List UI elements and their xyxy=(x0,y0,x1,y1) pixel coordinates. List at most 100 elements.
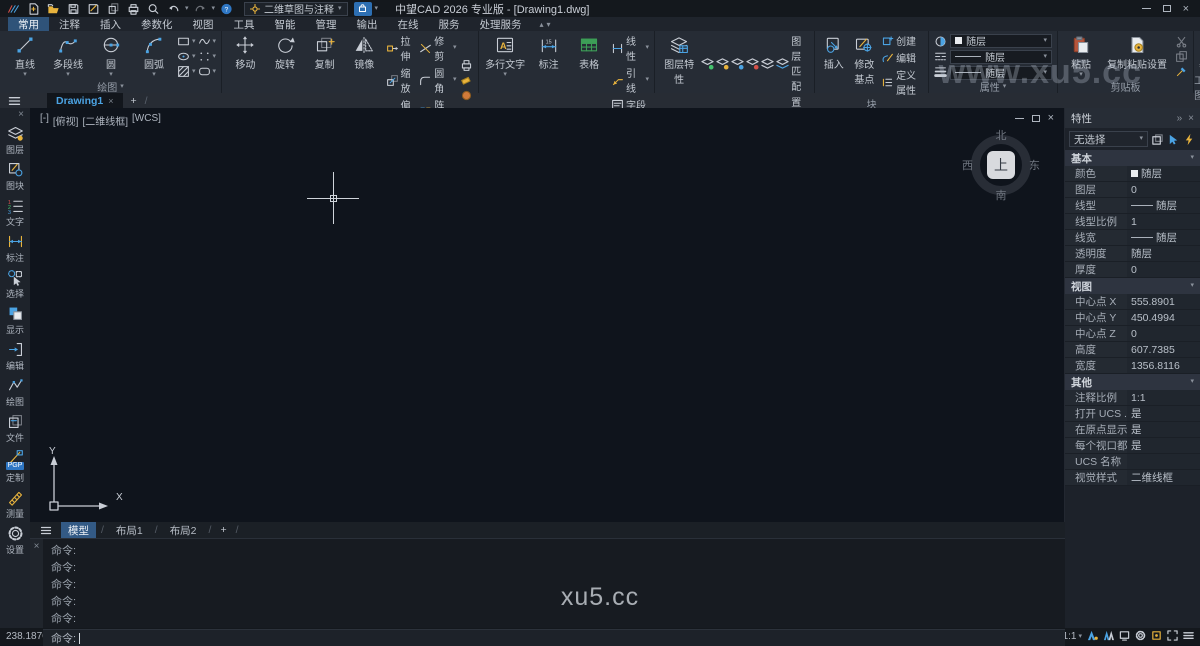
undo-caret[interactable]: ▾ xyxy=(185,6,189,12)
linetype-control-icon[interactable] xyxy=(934,50,947,63)
prop-row-center-z[interactable]: 中心点 Z0 xyxy=(1065,326,1200,342)
hatch-button[interactable] xyxy=(177,65,190,78)
undo-button[interactable] xyxy=(165,2,182,16)
prop-row-annoscale[interactable]: 注释比例1:1 xyxy=(1065,390,1200,406)
edit-base-point-button[interactable]: 修改基点 xyxy=(851,33,879,97)
ribbon-tab-parametric[interactable]: 参数化 xyxy=(131,17,183,31)
ribbon-tab-home[interactable]: 常用 xyxy=(8,17,49,31)
select-objects-icon[interactable] xyxy=(1167,133,1180,146)
prop-row-layer[interactable]: 图层0 xyxy=(1065,182,1200,198)
layer-unisolate-icon[interactable] xyxy=(776,57,789,70)
command-input[interactable]: 命令: xyxy=(43,629,1065,646)
match-properties-button[interactable] xyxy=(1175,65,1188,78)
sidebar-item-edit[interactable]: 编辑 xyxy=(0,338,30,374)
sidebar-item-layers[interactable]: 图层 xyxy=(0,122,30,158)
layer-on-icon[interactable] xyxy=(701,57,714,70)
file-tabs-menu-icon[interactable] xyxy=(4,93,25,108)
prop-row-ucs-viewport[interactable]: 每个视口都...是 xyxy=(1065,438,1200,454)
ribbon-collapse-caret[interactable]: ▾ xyxy=(547,20,551,29)
cut-button[interactable] xyxy=(1175,35,1188,48)
rectangle-button[interactable] xyxy=(177,35,190,48)
polyline-button[interactable]: 多段线▾ xyxy=(48,33,88,80)
ellipse-button[interactable] xyxy=(177,50,190,63)
table-button[interactable]: 表格 xyxy=(570,33,608,112)
status-menu-icon[interactable] xyxy=(1183,630,1194,644)
panel-label-clipboard[interactable]: 剪贴板 xyxy=(1058,80,1193,93)
vp-visual-style-control[interactable]: [二维线框] xyxy=(82,113,128,128)
prop-row-color[interactable]: 颜色随层 xyxy=(1065,166,1200,182)
copy-button[interactable] xyxy=(105,2,122,16)
leader-button[interactable]: 引线 xyxy=(626,65,644,95)
minimize-button[interactable] xyxy=(1142,8,1151,9)
prop-row-lineweight[interactable]: 线宽随层 xyxy=(1065,230,1200,246)
open-file-button[interactable] xyxy=(45,2,62,16)
ribbon-pin-icon[interactable]: ▴ xyxy=(540,20,544,29)
join-button[interactable] xyxy=(460,89,473,102)
lineweight-control-icon[interactable] xyxy=(934,65,947,78)
preview-button[interactable] xyxy=(145,2,162,16)
edit-block-button[interactable]: 编辑 xyxy=(896,50,916,65)
ribbon-tab-annotate[interactable]: 注释 xyxy=(49,17,90,31)
redo-caret[interactable]: ▾ xyxy=(212,6,216,12)
view-cube-top[interactable]: 上 xyxy=(987,151,1015,179)
sidebar-item-select[interactable]: 选择 xyxy=(0,266,30,302)
color-dropdown[interactable]: 随层▾ xyxy=(950,34,1052,48)
annotation-visibility-button[interactable] xyxy=(1087,630,1098,644)
copy-clip-button[interactable] xyxy=(1175,50,1188,63)
panel-label-properties[interactable]: 属性▾ xyxy=(929,80,1057,93)
command-grip[interactable]: × xyxy=(30,539,43,628)
vp-menu-control[interactable]: [-] xyxy=(40,113,49,128)
palette-close-icon[interactable]: × xyxy=(1188,113,1194,124)
vp-ucs-control[interactable]: [WCS] xyxy=(132,113,161,128)
auto-annotation-button[interactable] xyxy=(1103,630,1114,644)
region-button[interactable] xyxy=(198,65,211,78)
new-layout-button[interactable]: + xyxy=(216,524,230,536)
trim-button[interactable]: 修剪 xyxy=(434,33,451,63)
sidebar-item-blocks[interactable]: 图块 xyxy=(0,158,30,194)
ribbon-tab-service[interactable]: 服务 xyxy=(429,17,470,31)
ribbon-tab-output[interactable]: 输出 xyxy=(347,17,388,31)
explode-button[interactable] xyxy=(460,59,473,72)
prop-row-height[interactable]: 高度607.7385 xyxy=(1065,342,1200,358)
prop-row-ucs-origin[interactable]: 在原点显示 ...是 xyxy=(1065,422,1200,438)
sidebar-item-files[interactable]: 文件 xyxy=(0,410,30,446)
prop-row-center-x[interactable]: 中心点 X555.8901 xyxy=(1065,294,1200,310)
isolate-objects-button[interactable] xyxy=(1151,630,1162,644)
store-button[interactable] xyxy=(354,2,372,16)
command-window[interactable]: × 命令: 命令: 命令: 命令: 命令: 命令: xu5.cc xyxy=(30,538,1065,628)
line-button[interactable]: 直线▾ xyxy=(5,33,45,80)
ribbon-tab-insert[interactable]: 插入 xyxy=(90,17,131,31)
fillet-button[interactable]: 圆角 xyxy=(434,65,451,95)
spline-button[interactable] xyxy=(198,35,211,48)
close-button[interactable]: × xyxy=(1183,4,1189,14)
circle-button[interactable]: 圆▾ xyxy=(91,33,131,80)
vp-restore-icon[interactable] xyxy=(1032,115,1040,122)
linear-dim-button[interactable]: 线性 xyxy=(626,33,644,63)
sidebar-item-text[interactable]: 123文字 xyxy=(0,194,30,230)
vp-close-icon[interactable]: × xyxy=(1048,113,1054,123)
vp-view-control[interactable]: [俯视] xyxy=(53,113,79,128)
prop-row-linetype[interactable]: 线型随层 xyxy=(1065,198,1200,214)
sidebar-item-display[interactable]: 显示 xyxy=(0,302,30,338)
layout-tab-layout2[interactable]: 布局2 xyxy=(163,522,204,539)
doc-tab-drawing1[interactable]: Drawing1× xyxy=(47,93,123,108)
ribbon-tab-process[interactable]: 处理服务 xyxy=(470,17,532,31)
section-other[interactable]: 其他▾ xyxy=(1065,374,1200,390)
section-view[interactable]: 视图▾ xyxy=(1065,278,1200,294)
view-cube-north[interactable]: 北 xyxy=(996,127,1007,143)
ribbon-tab-online[interactable]: 在线 xyxy=(388,17,429,31)
define-attribute-button[interactable]: 定义属性 xyxy=(896,67,923,97)
copy-paste-settings-button[interactable]: 复制粘贴设置 xyxy=(1102,33,1172,80)
insert-block-button[interactable]: 插入 xyxy=(820,33,848,97)
store-caret[interactable]: ▾ xyxy=(375,6,379,12)
color-control-icon[interactable] xyxy=(934,35,947,48)
ribbon-tab-smart[interactable]: 智能 xyxy=(265,17,306,31)
paste-button[interactable]: 粘贴▾ xyxy=(1063,33,1099,80)
new-doc-tab-button[interactable]: + xyxy=(127,93,141,108)
layer-thaw-icon[interactable] xyxy=(731,57,744,70)
scale-button[interactable]: 缩放 xyxy=(401,65,418,95)
point-button[interactable] xyxy=(198,50,211,63)
palette-autohide-icon[interactable]: » xyxy=(1177,113,1183,124)
layer-isolate-icon[interactable] xyxy=(761,57,774,70)
toggle-pickadd-icon[interactable] xyxy=(1183,133,1196,146)
